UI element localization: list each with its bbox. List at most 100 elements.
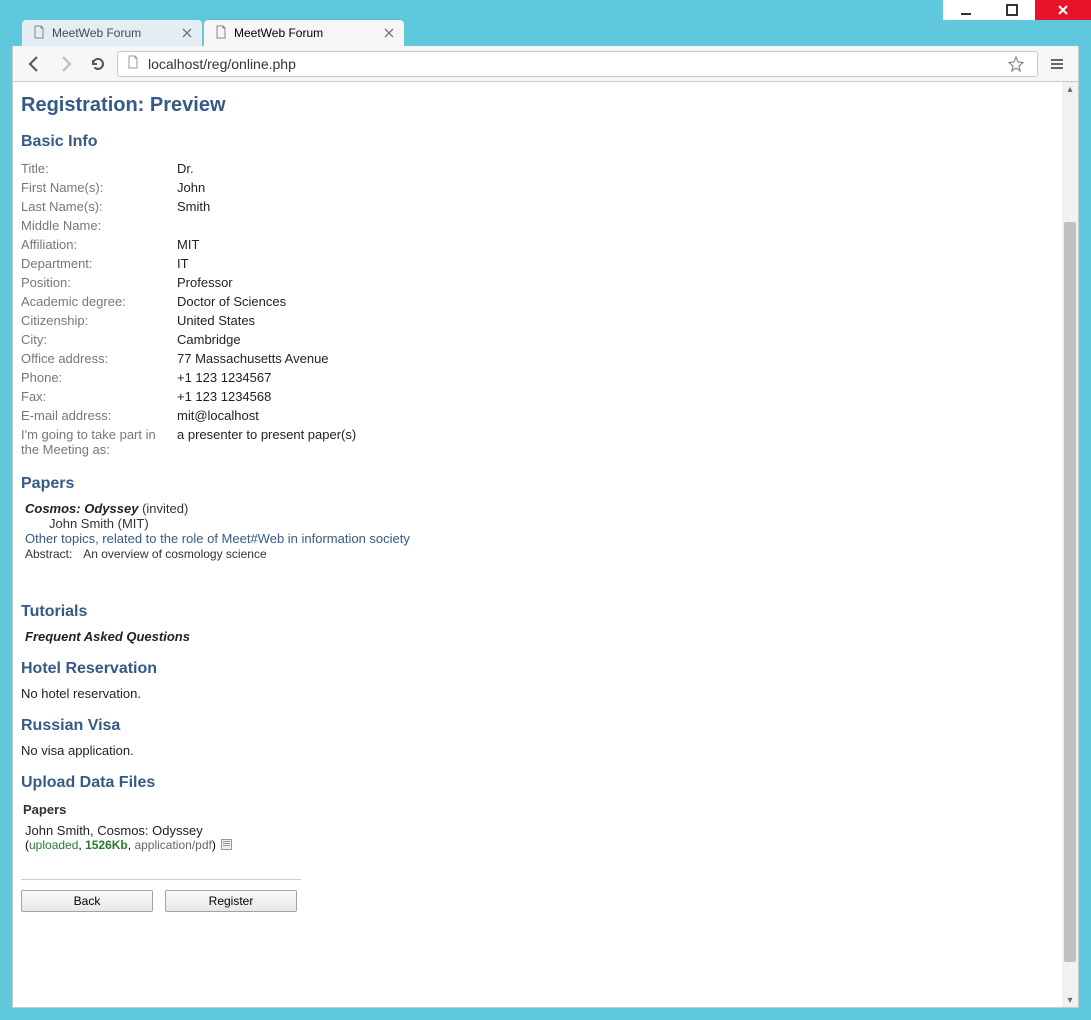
info-label: First Name(s): <box>21 178 177 197</box>
info-label: Office address: <box>21 349 177 368</box>
info-value: Doctor of Sciences <box>177 292 356 311</box>
url-input[interactable] <box>146 55 997 73</box>
scroll-down-icon[interactable]: ▾ <box>1062 993 1078 1007</box>
info-row: Academic degree:Doctor of Sciences <box>21 292 356 311</box>
info-row: First Name(s):John <box>21 178 356 197</box>
info-label: Academic degree: <box>21 292 177 311</box>
info-value: John <box>177 178 356 197</box>
button-row: Back Register <box>21 890 1060 912</box>
info-row: City:Cambridge <box>21 330 356 349</box>
info-row: Title:Dr. <box>21 159 356 178</box>
tab-close-icon[interactable] <box>180 26 194 40</box>
section-tutorials: Tutorials <box>21 603 1060 621</box>
browser-window: MeetWeb Forum MeetWeb Forum <box>0 0 1091 1020</box>
info-value: mit@localhost <box>177 406 356 425</box>
section-hotel: Hotel Reservation <box>21 660 1060 678</box>
info-label: Citizenship: <box>21 311 177 330</box>
forward-button[interactable] <box>53 51 79 77</box>
paper-author: John Smith (MIT) <box>49 516 1060 531</box>
info-value: Dr. <box>177 159 356 178</box>
info-row: I'm going to take part in the Meeting as… <box>21 425 356 459</box>
info-label: City: <box>21 330 177 349</box>
section-upload: Upload Data Files <box>21 774 1060 792</box>
window-controls <box>943 0 1091 20</box>
paper-topic: Other topics, related to the role of Mee… <box>25 531 1060 546</box>
close-button[interactable] <box>1035 0 1091 20</box>
info-row: Position:Professor <box>21 273 356 292</box>
paper-note: (invited) <box>142 501 188 516</box>
reload-button[interactable] <box>85 51 111 77</box>
page-title: Registration: Preview <box>21 94 1060 117</box>
back-page-button[interactable]: Back <box>21 890 153 912</box>
page-icon <box>126 55 140 72</box>
file-icon <box>221 839 232 853</box>
info-label: E-mail address: <box>21 406 177 425</box>
upload-status: uploaded <box>29 838 78 852</box>
info-row: Department:IT <box>21 254 356 273</box>
hotel-text: No hotel reservation. <box>21 686 1060 701</box>
info-label: Middle Name: <box>21 216 177 235</box>
info-label: Title: <box>21 159 177 178</box>
info-label: Last Name(s): <box>21 197 177 216</box>
page-content: Registration: Preview Basic Info Title:D… <box>15 82 1060 1007</box>
info-row: Citizenship:United States <box>21 311 356 330</box>
info-row: E-mail address:mit@localhost <box>21 406 356 425</box>
tab-title: MeetWeb Forum <box>234 26 323 40</box>
info-row: Phone:+1 123 1234567 <box>21 368 356 387</box>
info-value: +1 123 1234568 <box>177 387 356 406</box>
page-viewport: Registration: Preview Basic Info Title:D… <box>12 82 1079 1008</box>
info-value: a presenter to present paper(s) <box>177 425 356 459</box>
info-value: Smith <box>177 197 356 216</box>
section-papers: Papers <box>21 475 1060 493</box>
info-label: Fax: <box>21 387 177 406</box>
section-visa: Russian Visa <box>21 717 1060 735</box>
paper-title: Cosmos: Odyssey <box>25 501 138 516</box>
browser-toolbar <box>12 46 1079 82</box>
page-icon <box>214 25 228 42</box>
tab-strip: MeetWeb Forum MeetWeb Forum <box>12 20 1079 46</box>
upload-mime: application/pdf <box>134 838 211 852</box>
info-value: IT <box>177 254 356 273</box>
upload-item-label: John Smith, Cosmos: Odyssey <box>25 823 1060 838</box>
paper-abstract: An overview of cosmology science <box>83 547 266 561</box>
bookmark-star-icon[interactable] <box>1003 51 1029 77</box>
scroll-thumb[interactable] <box>1064 222 1076 962</box>
browser-tab-1[interactable]: MeetWeb Forum <box>204 20 404 46</box>
paper-abstract-label: Abstract: <box>25 547 72 561</box>
scrollbar[interactable]: ▴ ▾ <box>1062 82 1078 1007</box>
info-value: +1 123 1234567 <box>177 368 356 387</box>
info-label: Position: <box>21 273 177 292</box>
info-value <box>177 216 356 235</box>
maximize-button[interactable] <box>989 0 1035 20</box>
info-row: Affiliation:MIT <box>21 235 356 254</box>
browser-tab-0[interactable]: MeetWeb Forum <box>22 20 202 46</box>
register-button[interactable]: Register <box>165 890 297 912</box>
info-value: Professor <box>177 273 356 292</box>
info-value: United States <box>177 311 356 330</box>
upload-subheading: Papers <box>23 802 1060 817</box>
minimize-button[interactable] <box>943 0 989 20</box>
info-label: Department: <box>21 254 177 273</box>
info-row: Middle Name: <box>21 216 356 235</box>
info-row: Fax:+1 123 1234568 <box>21 387 356 406</box>
tutorial-item: Frequent Asked Questions <box>25 629 1060 644</box>
paper-item: Cosmos: Odyssey (invited)John Smith (MIT… <box>25 501 1060 561</box>
back-button[interactable] <box>21 51 47 77</box>
info-value: 77 Massachusetts Avenue <box>177 349 356 368</box>
scroll-up-icon[interactable]: ▴ <box>1062 82 1078 96</box>
tab-close-icon[interactable] <box>382 26 396 40</box>
address-bar[interactable] <box>117 51 1038 77</box>
upload-size: 1526Kb <box>85 838 128 852</box>
upload-item-meta: (uploaded, 1526Kb, application/pdf) <box>25 838 1060 853</box>
info-label: Affiliation: <box>21 235 177 254</box>
section-basic-info: Basic Info <box>21 133 1060 151</box>
menu-icon[interactable] <box>1044 51 1070 77</box>
info-value: Cambridge <box>177 330 356 349</box>
info-label: Phone: <box>21 368 177 387</box>
info-row: Last Name(s):Smith <box>21 197 356 216</box>
basic-info-table: Title:Dr.First Name(s):JohnLast Name(s):… <box>21 159 356 459</box>
info-row: Office address:77 Massachusetts Avenue <box>21 349 356 368</box>
tab-title: MeetWeb Forum <box>52 26 141 40</box>
page-icon <box>32 25 46 42</box>
separator <box>21 879 301 880</box>
